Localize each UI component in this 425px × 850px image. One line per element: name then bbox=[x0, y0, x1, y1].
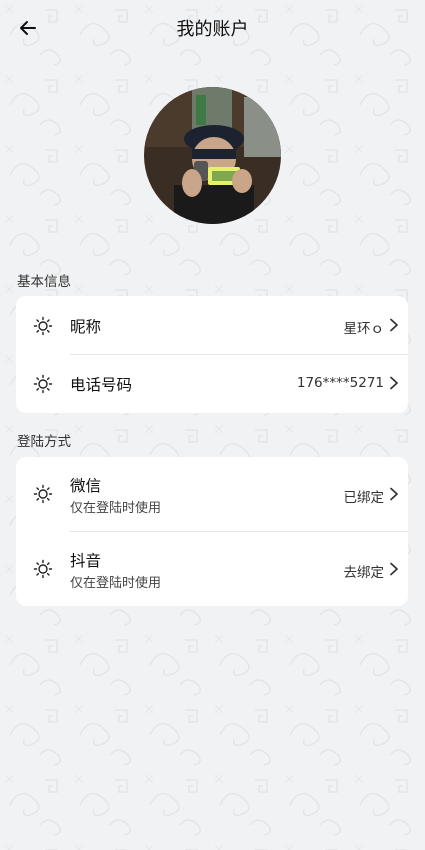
chevron-right-icon bbox=[390, 562, 398, 576]
chevron-right-icon bbox=[390, 318, 398, 332]
sun-icon bbox=[33, 316, 53, 336]
chevron-right-icon bbox=[390, 487, 398, 501]
login-methods-card: 微信 仅在登陆时使用 已绑定 抖音 仅在登陆时使用 去绑定 bbox=[16, 457, 408, 606]
sun-icon bbox=[33, 374, 53, 394]
page-title: 我的账户 bbox=[176, 19, 249, 40]
wechat-row[interactable]: 微信 仅在登陆时使用 已绑定 bbox=[16, 457, 408, 531]
phone-row[interactable]: 电话号码 176****5271 bbox=[16, 355, 408, 413]
nickname-value: 星环ｏ bbox=[343, 321, 385, 337]
douyin-label: 抖音 bbox=[70, 552, 102, 570]
wechat-status: 已绑定 bbox=[343, 490, 385, 506]
chevron-right-icon bbox=[390, 376, 398, 390]
douyin-status: 去绑定 bbox=[343, 565, 385, 581]
phone-value: 176****5271 bbox=[296, 375, 384, 391]
nickname-label: 昵称 bbox=[70, 318, 102, 336]
top-bar: 我的账户 bbox=[0, 0, 425, 56]
basic-info-card: 昵称 星环ｏ 电话号码 176****5271 bbox=[16, 296, 408, 413]
wechat-label: 微信 bbox=[70, 477, 102, 495]
section-label-basic-info: 基本信息 bbox=[17, 274, 71, 290]
nickname-row[interactable]: 昵称 星环ｏ bbox=[16, 296, 408, 354]
avatar[interactable] bbox=[144, 87, 281, 224]
douyin-subtitle: 仅在登陆时使用 bbox=[70, 576, 162, 591]
sun-icon bbox=[33, 559, 53, 579]
section-label-login-methods: 登陆方式 bbox=[17, 434, 71, 450]
avatar-photo bbox=[144, 87, 281, 224]
phone-label: 电话号码 bbox=[70, 376, 133, 394]
wechat-subtitle: 仅在登陆时使用 bbox=[70, 501, 162, 516]
sun-icon bbox=[33, 484, 53, 504]
douyin-row[interactable]: 抖音 仅在登陆时使用 去绑定 bbox=[16, 532, 408, 606]
